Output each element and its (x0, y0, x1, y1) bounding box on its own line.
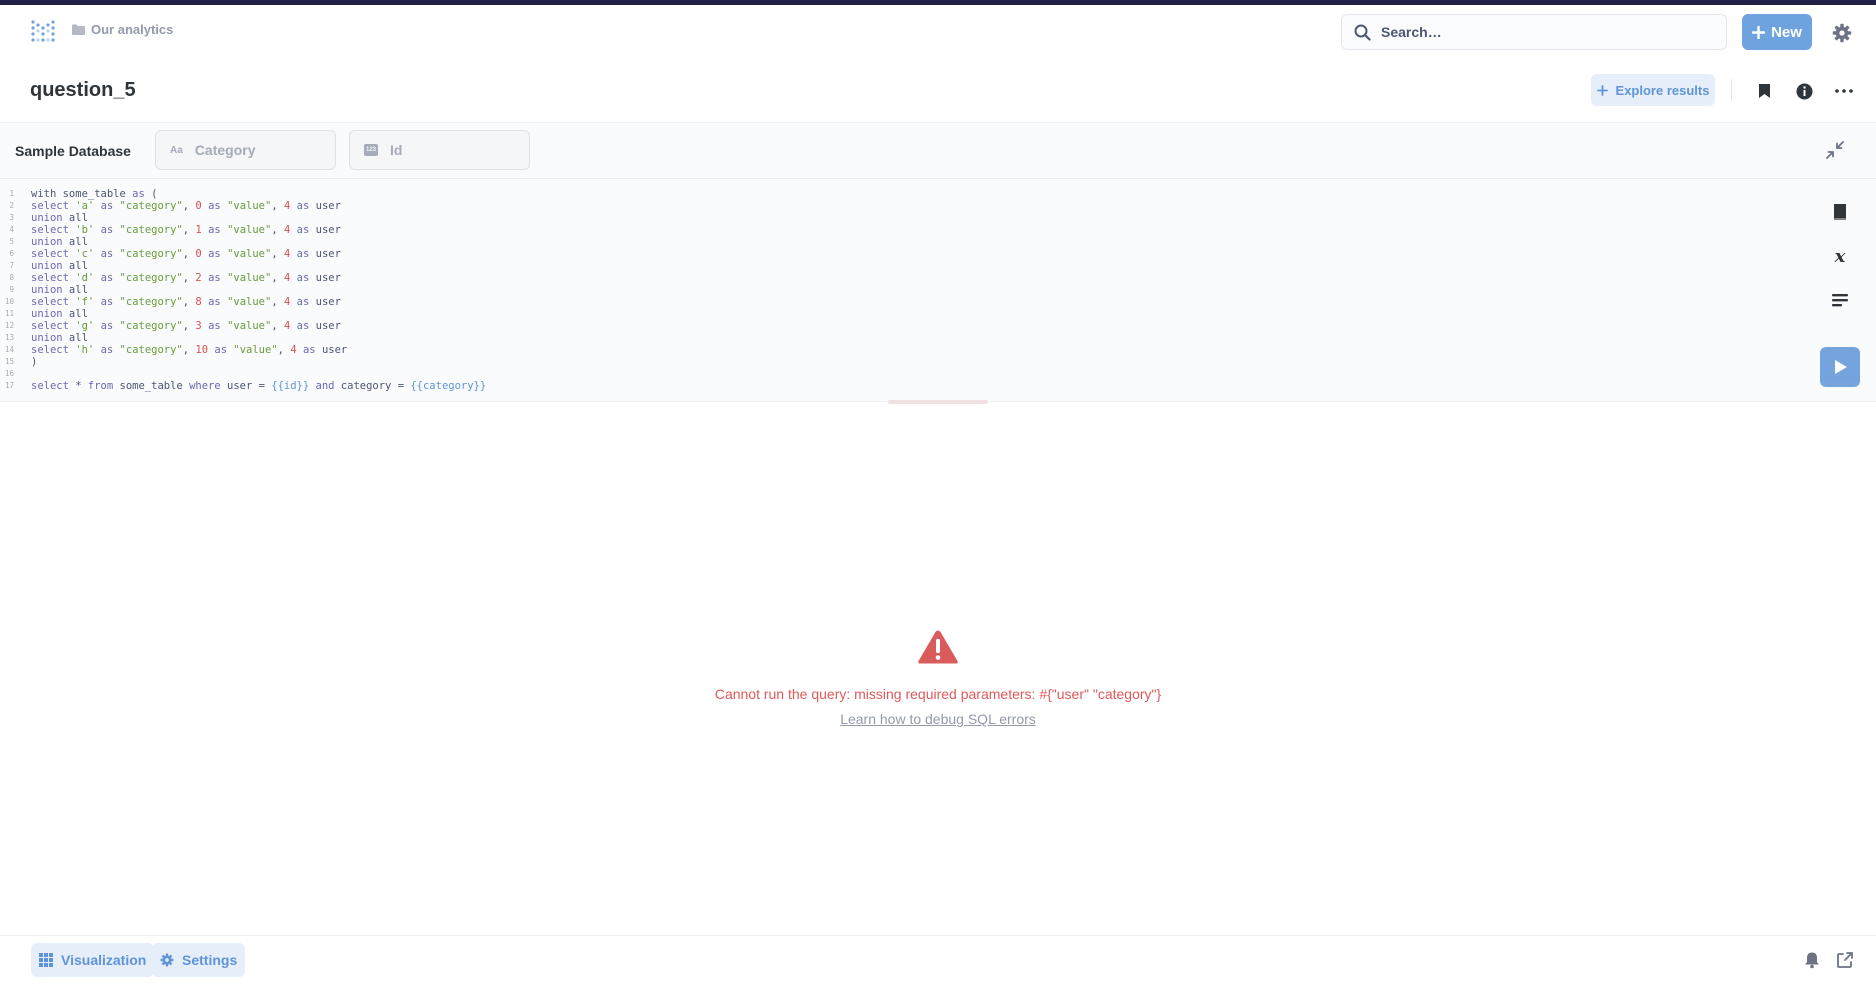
category-parameter-widget[interactable]: Aa Category (155, 130, 336, 170)
parameters-bar: Sample Database Aa Category 123 Id (0, 123, 1876, 179)
svg-text:x: x (1834, 246, 1846, 266)
run-query-button[interactable] (1820, 347, 1860, 387)
bell-icon[interactable] (1803, 951, 1821, 969)
collapse-editor-icon[interactable] (1825, 140, 1845, 160)
number-type-icon: 123 (364, 144, 378, 156)
sql-editor[interactable]: 1 with some_table as ( 2 select 'a' as "ca… (0, 180, 1876, 404)
search-input[interactable] (1381, 24, 1701, 40)
breadcrumb-collection-label[interactable]: Our analytics (91, 22, 173, 37)
new-button-label: New (1771, 23, 1802, 41)
grid-icon (39, 953, 53, 967)
explore-results-button[interactable]: Explore results (1591, 74, 1715, 106)
variables-icon[interactable]: x (1830, 246, 1850, 266)
question-title[interactable]: question_5 (30, 79, 136, 102)
footer-bar: Visualization Settings (0, 935, 1876, 984)
info-icon[interactable] (1794, 81, 1814, 101)
explore-results-label: Explore results (1615, 82, 1710, 98)
play-icon (1835, 360, 1847, 374)
query-result-area: Cannot run the query: missing required p… (0, 403, 1876, 934)
metabase-logo-icon[interactable] (30, 19, 56, 45)
id-parameter-label: Id (390, 142, 403, 158)
settings-button[interactable]: Settings (152, 943, 246, 977)
gear-icon[interactable] (1832, 23, 1852, 43)
search-bar[interactable] (1341, 14, 1727, 50)
visualization-label: Visualization (61, 952, 147, 968)
more-options-icon[interactable] (1834, 81, 1854, 101)
question-header: question_5 Explore results (0, 57, 1876, 123)
visualization-button[interactable]: Visualization (31, 943, 155, 977)
bookmark-icon[interactable] (1754, 81, 1774, 101)
share-icon[interactable] (1836, 951, 1854, 969)
snippets-icon[interactable] (1830, 290, 1850, 310)
navbar: Our analytics New (0, 5, 1876, 57)
data-reference-icon[interactable] (1830, 202, 1850, 222)
text-type-icon: Aa (170, 144, 183, 156)
database-picker[interactable]: Sample Database (15, 143, 131, 159)
category-parameter-label: Category (194, 142, 256, 158)
debug-sql-errors-link-label[interactable]: Learn how to debug SQL errors (840, 711, 1036, 727)
new-button[interactable]: New (1742, 14, 1812, 50)
search-icon (1354, 24, 1371, 41)
plus-icon (1752, 25, 1766, 39)
breadcrumb[interactable]: Our analytics (72, 22, 173, 37)
warning-icon (918, 630, 958, 664)
folder-icon (72, 24, 85, 35)
header-divider (1731, 79, 1732, 101)
id-parameter-widget[interactable]: 123 Id (349, 130, 530, 170)
debug-sql-errors-link[interactable]: Learn how to debug SQL errors (0, 711, 1876, 727)
settings-label: Settings (182, 952, 238, 968)
error-message: Cannot run the query: missing required p… (714, 686, 1162, 702)
plus-icon (1596, 84, 1608, 96)
gear-icon (160, 953, 174, 967)
